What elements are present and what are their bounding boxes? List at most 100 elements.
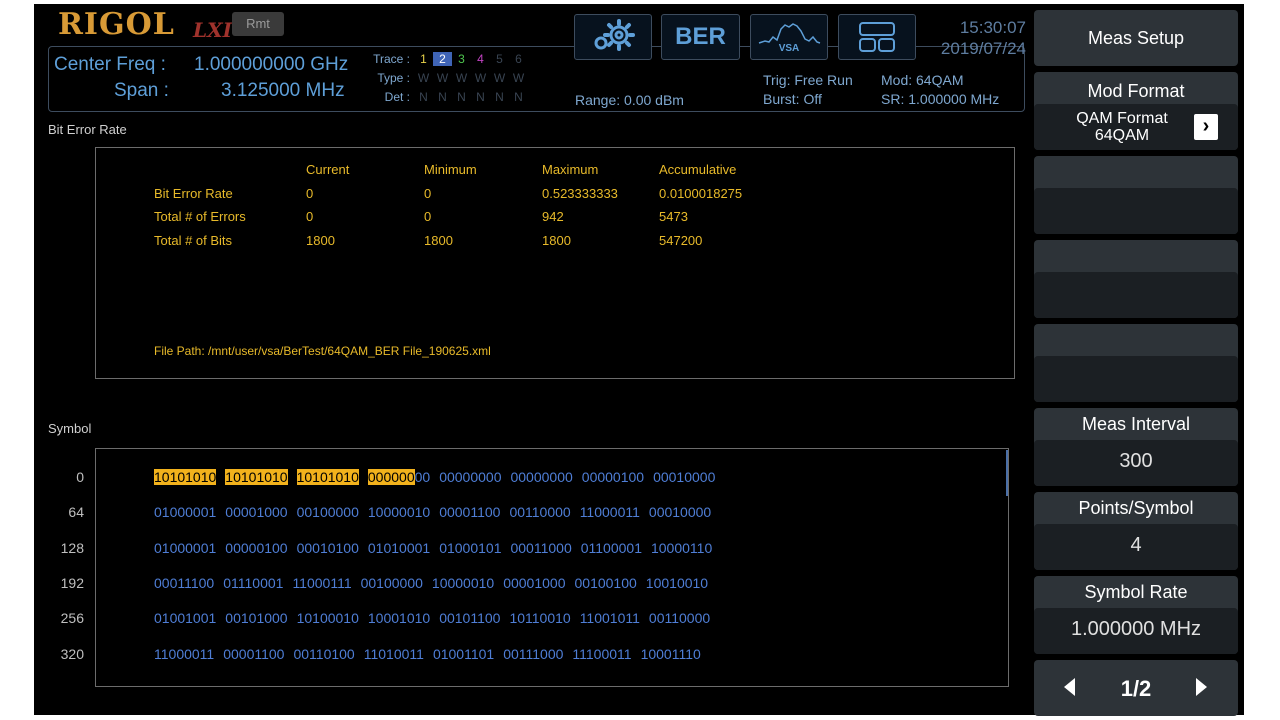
trace-3[interactable]: 3 xyxy=(452,52,471,66)
type-5: W xyxy=(493,71,506,85)
symbol-group: 01001101 xyxy=(432,646,495,662)
empty-key-3[interactable] xyxy=(1034,156,1238,234)
symbol-group: 00011100 xyxy=(154,575,215,591)
ber-section-title: Bit Error Rate xyxy=(48,122,127,137)
ber-mode-button[interactable]: BER xyxy=(661,14,740,60)
settings-button[interactable] xyxy=(574,14,652,60)
remote-indicator: Rmt xyxy=(232,12,284,36)
symbol-index: 64 xyxy=(68,504,84,520)
empty-key-4[interactable] xyxy=(1034,240,1238,318)
trace-5[interactable]: 5 xyxy=(490,52,509,66)
det-2: N xyxy=(438,90,447,104)
symbol-group: 10000110 xyxy=(650,540,713,556)
symbol-group-highlighted[interactable]: 10101010 xyxy=(225,469,288,485)
bits-maximum: 1800 xyxy=(542,233,571,248)
symbol-group: 00010000 xyxy=(648,504,712,520)
det-6: N xyxy=(514,90,523,104)
grid-layout-icon xyxy=(859,22,895,52)
burst-text: Burst: Off xyxy=(763,91,822,107)
symbol-group: 10000010 xyxy=(431,575,495,591)
symbol-group: 00011000 xyxy=(510,540,572,556)
symbol-rate-key[interactable]: Symbol Rate 1.000000 MHz xyxy=(1034,576,1238,654)
symbol-row: 01000001 00001000 00100000 10000010 00001100… xyxy=(154,504,720,520)
span-label: Span : xyxy=(114,80,169,101)
symbol-group: 10001110 xyxy=(640,646,701,662)
symbol-group: 01000001 xyxy=(154,540,217,556)
symbol-group: 01010001 xyxy=(367,540,431,556)
points-symbol-field[interactable]: 4 xyxy=(1034,524,1238,570)
det-1: N xyxy=(419,90,428,104)
vsa-label: VSA xyxy=(778,42,800,54)
det-label: Det : xyxy=(384,90,410,104)
type-4: W xyxy=(474,71,487,85)
symbol-row: 10101010 10101010 10101010 00000000 00000000… xyxy=(154,469,724,485)
ber-accumulative: 0.0100018275 xyxy=(659,186,743,201)
file-path: File Path: /mnt/user/vsa/BerTest/64QAM_B… xyxy=(154,344,491,358)
symbol-group: 01000001 xyxy=(154,504,217,520)
symbol-group: 01110001 xyxy=(223,575,284,591)
ber-minimum: 0 xyxy=(424,186,432,201)
empty-key-3-body xyxy=(1034,188,1238,234)
symbol-rate-field[interactable]: 1.000000 MHz xyxy=(1034,608,1238,654)
trig-text: Trig: Free Run xyxy=(763,72,853,88)
symbol-index: 320 xyxy=(60,646,84,662)
det-4: N xyxy=(476,90,485,104)
symbol-group-highlighted[interactable]: 00000000 xyxy=(367,469,430,485)
vsa-mode-button[interactable]: VSA xyxy=(750,14,828,60)
symbol-group: 11010011 xyxy=(363,646,424,662)
meas-interval-key[interactable]: Meas Interval 300 xyxy=(1034,408,1238,486)
col-maximum: Maximum xyxy=(542,162,599,177)
mod-format-label: Mod Format xyxy=(1087,81,1185,101)
scroll-indicator[interactable] xyxy=(1006,450,1008,496)
type-2: W xyxy=(436,71,449,85)
layout-button[interactable] xyxy=(838,14,916,60)
errors-maximum: 942 xyxy=(542,209,564,224)
ber-current: 0 xyxy=(306,186,314,201)
mod-format-key[interactable]: Mod Format QAM Format 64QAM › xyxy=(1034,72,1238,150)
symbol-index: 256 xyxy=(60,610,84,626)
symbol-group: 01100001 xyxy=(580,540,642,556)
qam-format-value: 64QAM xyxy=(1094,127,1150,144)
meas-setup-key[interactable]: Meas Setup xyxy=(1034,10,1238,66)
qam-format-label: QAM Format xyxy=(1076,110,1168,127)
chevron-right-icon[interactable]: › xyxy=(1194,114,1218,140)
symbol-row: 00011100 01110001 11000111 00100000 10000010… xyxy=(154,575,717,591)
points-symbol-label: Points/Symbol xyxy=(1078,498,1194,518)
symbol-group: 00001000 xyxy=(225,504,288,520)
symbol-index: 128 xyxy=(60,540,84,556)
bits-current: 1800 xyxy=(306,233,335,248)
trace-1[interactable]: 1 xyxy=(414,52,433,66)
page-nav: 1/2 xyxy=(1034,660,1238,716)
col-accumulative: Accumulative xyxy=(659,162,737,177)
empty-key-5[interactable] xyxy=(1034,324,1238,402)
symbol-rate-label: Symbol Rate xyxy=(1084,582,1188,602)
gear-icon xyxy=(594,19,635,51)
symbol-group: 11000111 xyxy=(292,575,352,591)
points-symbol-key[interactable]: Points/Symbol 4 xyxy=(1034,492,1238,570)
center-freq-value[interactable]: 1.000000000 GHz xyxy=(194,54,348,76)
clock: 15:30:07 2019/07/24 xyxy=(930,17,1026,59)
softkey-menu: Meas Setup Mod Format QAM Format 64QAM ›… xyxy=(1034,10,1239,716)
symbol-group-highlighted[interactable]: 10101010 xyxy=(154,469,217,485)
meas-interval-field[interactable]: 300 xyxy=(1034,440,1238,486)
symbol-group: 00000100 xyxy=(225,540,288,556)
det-row: Det :NNNNNN xyxy=(364,90,528,109)
next-page-icon[interactable] xyxy=(1196,678,1207,696)
symbol-group: 00111000 xyxy=(503,646,564,662)
symbol-section-title: Symbol xyxy=(48,421,92,436)
trace-label: Trace : xyxy=(373,52,410,66)
symbol-group: 10001010 xyxy=(367,610,431,626)
type-1: W xyxy=(417,71,430,85)
trace-6[interactable]: 6 xyxy=(509,52,528,66)
col-current: Current xyxy=(306,162,350,177)
trace-info: Trace :123456 Type :WWWWWW Det :NNNNNN xyxy=(364,52,528,109)
symbol-group-highlighted[interactable]: 10101010 xyxy=(296,469,359,485)
trace-4[interactable]: 4 xyxy=(471,52,490,66)
symbol-group: 10000010 xyxy=(367,504,431,520)
meas-setup-label: Meas Setup xyxy=(1087,28,1185,48)
span-value[interactable]: 3.125000 MHz xyxy=(221,80,345,102)
errors-minimum: 0 xyxy=(424,209,432,224)
qam-format-field[interactable]: QAM Format 64QAM › xyxy=(1034,104,1238,150)
trigger-status: Trig: Free Run Burst: Off xyxy=(763,71,853,109)
trace-2[interactable]: 2 xyxy=(433,52,452,66)
